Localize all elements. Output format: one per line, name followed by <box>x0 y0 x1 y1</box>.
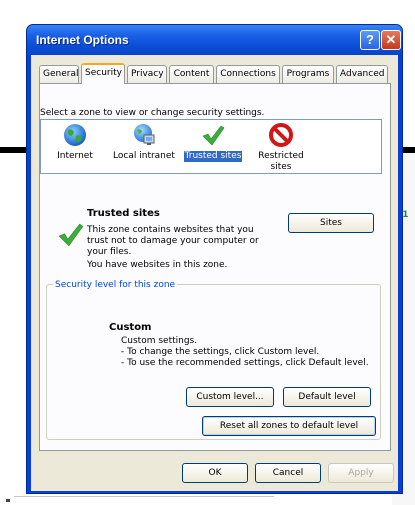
zone-desc-line: your files. <box>87 247 132 257</box>
apply-button[interactable]: Apply <box>328 463 394 483</box>
zone-label-local-intranet: Local intranet <box>113 151 175 161</box>
intranet-icon <box>134 124 155 145</box>
zone-local-intranet[interactable]: Local intranet <box>109 122 179 162</box>
level-line: - To use the recommended settings, click… <box>121 358 369 368</box>
custom-level-button[interactable]: Custom level... <box>186 387 274 407</box>
zone-trusted-sites[interactable]: Trusted sites <box>181 122 245 162</box>
dialog-client-area: General Security Privacy Content Connect… <box>31 55 398 491</box>
cancel-button[interactable]: Cancel <box>255 463 321 483</box>
security-level-name: Custom <box>109 322 152 333</box>
zone-title: Trusted sites <box>87 208 160 219</box>
zone-label-trusted-sites: Trusted sites <box>183 151 243 162</box>
tab-programs[interactable]: Programs <box>282 65 334 83</box>
zone-description: This zone contains websites that you tru… <box>87 225 262 258</box>
level-line: - To change the settings, click Custom l… <box>121 347 320 357</box>
tab-advanced[interactable]: Advanced <box>336 65 388 83</box>
zone-label-internet: Internet <box>57 151 93 161</box>
tab-security[interactable]: Security <box>81 63 125 84</box>
window-title: Internet Options <box>36 33 129 47</box>
background-edge <box>0 0 14 505</box>
tab-privacy[interactable]: Privacy <box>127 65 167 83</box>
zone-desc-line: trust not to damage your computer or <box>87 236 259 246</box>
prohibited-icon <box>269 123 293 147</box>
zone-label-restricted-sites: Restricted sites <box>258 151 304 172</box>
default-level-button[interactable]: Default level <box>283 387 371 407</box>
zone-restricted-sites[interactable]: Restricted sites <box>255 122 307 173</box>
background-divider <box>14 496 274 497</box>
title-bar[interactable]: Internet Options ? ✕ <box>27 25 402 55</box>
tab-connections[interactable]: Connections <box>216 65 280 83</box>
help-icon: ? <box>366 32 374 47</box>
checkmark-icon <box>202 125 225 146</box>
ok-button[interactable]: OK <box>182 463 248 483</box>
zone-instruction: Select a zone to view or change security… <box>40 108 265 118</box>
close-icon: ✕ <box>385 32 397 47</box>
tab-content[interactable]: Content <box>169 65 214 83</box>
close-button[interactable]: ✕ <box>381 30 401 50</box>
tab-general[interactable]: General <box>39 65 79 83</box>
level-line: Custom settings. <box>121 336 198 346</box>
zone-list: Internet Local intranet Trusted sites Re… <box>40 119 382 174</box>
security-level-description: Custom settings. - To change the setting… <box>121 336 369 369</box>
security-level-group-label: Security level for this zone <box>53 280 178 290</box>
trusted-sites-checkmark-icon <box>58 223 84 247</box>
reset-all-zones-button[interactable]: Reset all zones to default level <box>202 416 376 436</box>
sites-button[interactable]: Sites <box>288 213 374 233</box>
globe-icon <box>64 124 86 146</box>
zone-info: You have websites in this zone. <box>87 260 228 270</box>
help-button[interactable]: ? <box>360 30 380 50</box>
zone-desc-line: This zone contains websites that you <box>87 225 254 235</box>
zone-internet[interactable]: Internet <box>53 122 97 162</box>
background-mark <box>6 499 10 502</box>
internet-options-dialog: Internet Options ? ✕ General Security Pr… <box>26 24 403 494</box>
